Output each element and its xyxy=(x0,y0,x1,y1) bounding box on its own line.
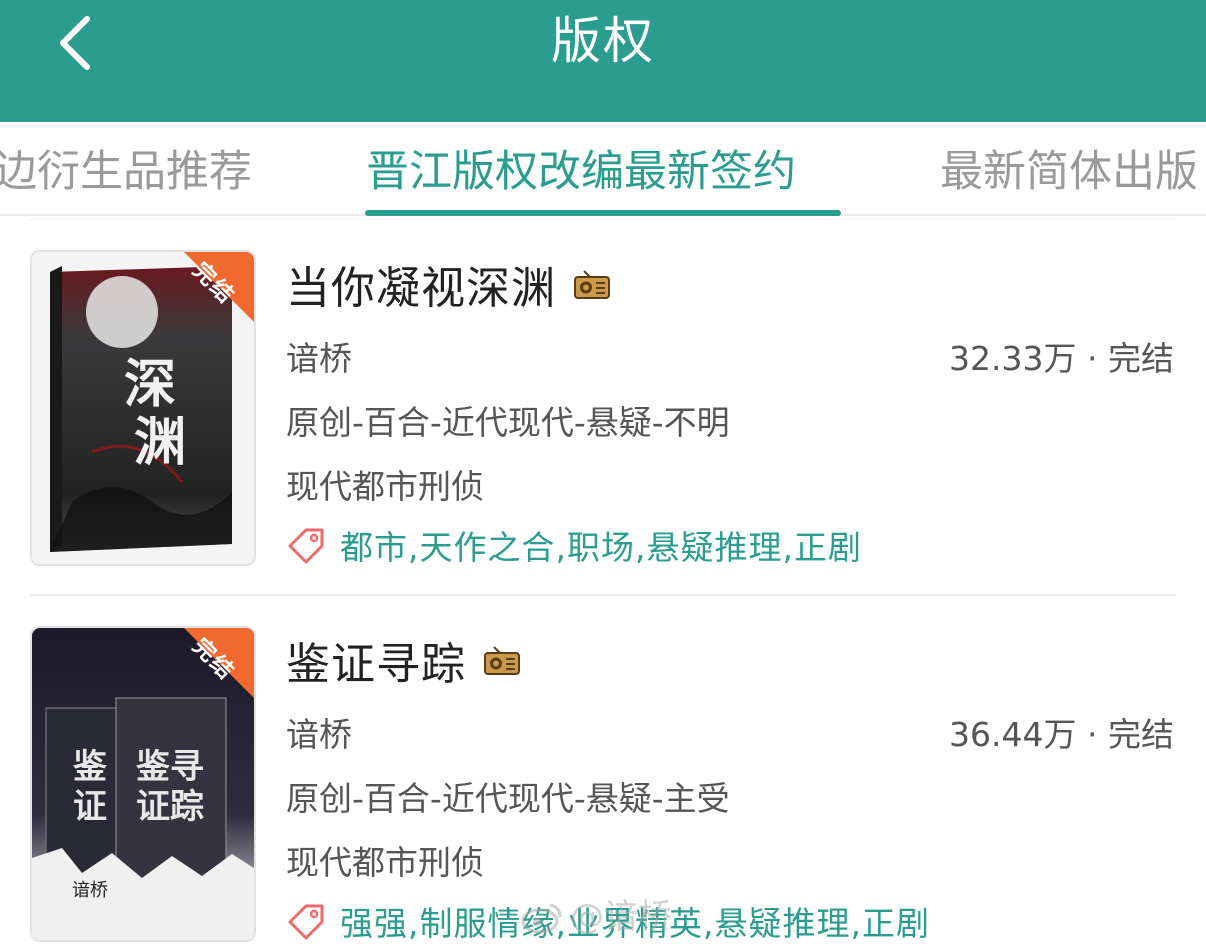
tab-derivatives[interactable]: 边衍生品推荐 xyxy=(0,144,252,200)
weibo-logo-icon xyxy=(521,903,562,934)
book-title-row: 鉴证寻踪 xyxy=(286,628,520,692)
tag-icon xyxy=(288,528,324,564)
active-tab-indicator xyxy=(365,210,841,216)
svg-text:鉴: 鉴 xyxy=(72,747,107,787)
genre-path: 原创-百合-近代现代-悬疑-主受 xyxy=(286,779,730,818)
tags-row: 都市,天作之合,职场,悬疑推理,正剧 xyxy=(286,522,862,568)
svg-text:证: 证 xyxy=(73,787,107,827)
setting-label: 现代都市刑侦 xyxy=(286,467,484,506)
book-tags: 都市,天作之合,职场,悬疑推理,正剧 xyxy=(340,528,862,567)
book-title[interactable]: 当你凝视深渊 xyxy=(286,252,556,316)
setting-label: 现代都市刑侦 xyxy=(286,843,484,882)
book-cover[interactable]: 深 渊 完结 xyxy=(30,250,256,566)
watermark: @谙桥 xyxy=(520,892,672,942)
tab-new-signings[interactable]: 晋江版权改编最新签约 xyxy=(366,144,796,200)
svg-text:谙桥: 谙桥 xyxy=(72,880,108,901)
top-app-bar: 版权 xyxy=(0,0,1206,122)
svg-text:深: 深 xyxy=(124,354,176,415)
genre-path: 原创-百合-近代现代-悬疑-不明 xyxy=(286,403,730,442)
list-divider xyxy=(30,594,1176,596)
tab-bar: 边衍生品推荐 晋江版权改编最新签约 最新简体出版 xyxy=(0,122,1206,222)
svg-text:证踪: 证踪 xyxy=(136,787,204,827)
svg-text:渊: 渊 xyxy=(134,412,186,473)
page-title: 版权 xyxy=(551,12,655,70)
book-list-item[interactable]: 深 渊 完结 当你凝视深渊 谙桥 32.33万 · 完结 原创-百合-近代现代-… xyxy=(0,250,1206,600)
tab-new-publications[interactable]: 最新简体出版 xyxy=(940,144,1198,200)
svg-text:鉴寻: 鉴寻 xyxy=(135,747,204,787)
author-name[interactable]: 谙桥 xyxy=(286,708,352,756)
word-count-status: 32.33万 · 完结 xyxy=(949,339,1174,378)
book-title[interactable]: 鉴证寻踪 xyxy=(286,628,466,692)
list-top-divider xyxy=(30,219,1176,220)
author-name[interactable]: 谙桥 xyxy=(286,332,352,380)
book-cover[interactable]: 鉴 证 鉴寻 证踪 谙桥 完结 xyxy=(30,626,256,942)
book-title-row: 当你凝视深渊 xyxy=(286,252,610,316)
word-count-status: 36.44万 · 完结 xyxy=(949,715,1174,754)
watermark-text: @谙桥 xyxy=(570,897,672,937)
tag-icon xyxy=(288,904,324,940)
radio-icon xyxy=(574,270,610,299)
radio-icon xyxy=(484,646,520,675)
